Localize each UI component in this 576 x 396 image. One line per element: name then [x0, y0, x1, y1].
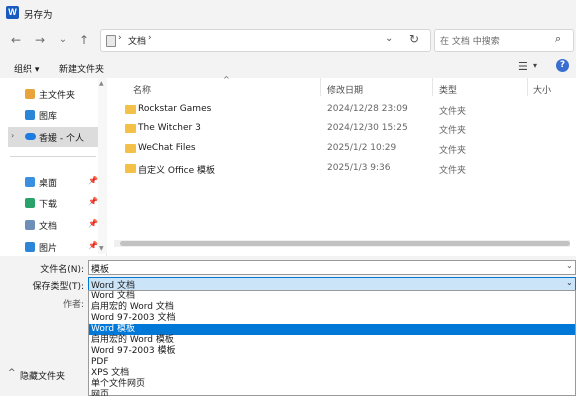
- savetype-option-selected[interactable]: Word 模板: [89, 324, 575, 335]
- pin-icon[interactable]: 📌: [88, 219, 98, 228]
- scroll-down-icon[interactable]: ▼: [99, 245, 104, 252]
- file-type: 文件夹: [439, 126, 467, 136]
- filename-value[interactable]: 模板: [91, 262, 109, 275]
- filename-field[interactable]: [88, 260, 576, 275]
- table-row[interactable]: 自定义 Office 模板 2025/1/3 9:36 文件夹: [110, 159, 566, 179]
- home-icon: [25, 89, 35, 99]
- title-bar: [0, 0, 576, 26]
- filename-label: 文件名(N):: [40, 265, 84, 275]
- sort-ascending-icon: ^: [223, 75, 230, 84]
- sidebar-item-home[interactable]: 主文件夹: [8, 84, 102, 104]
- file-type: 文件夹: [439, 166, 467, 176]
- gallery-icon: [25, 110, 35, 120]
- column-header-name[interactable]: 名称: [133, 83, 151, 96]
- chevron-up-icon[interactable]: ^: [8, 368, 16, 378]
- sidebar-item-label: 桌面: [39, 179, 58, 189]
- file-date: 2024/12/28 23:09: [327, 104, 408, 114]
- address-chevron-icon[interactable]: ›: [118, 33, 122, 43]
- refresh-icon[interactable]: ↻: [409, 32, 419, 46]
- sidebar-item-label: 文档: [39, 222, 58, 232]
- folder-icon: [125, 105, 136, 114]
- author-label: 作者:: [62, 300, 84, 310]
- search-placeholder: 在 文档 中搜索: [440, 37, 500, 47]
- sidebar-item-label: 图片: [39, 244, 58, 254]
- column-separator[interactable]: [432, 78, 433, 96]
- desktop-icon: [25, 177, 35, 187]
- file-date: 2024/12/30 15:25: [327, 123, 408, 133]
- file-date: 2025/1/3 9:36: [327, 163, 391, 173]
- savetype-option[interactable]: 单个文件网页: [89, 379, 575, 390]
- back-arrow-icon[interactable]: ←: [8, 31, 24, 49]
- view-dropdown-icon[interactable]: ▾: [533, 61, 537, 70]
- column-separator[interactable]: [320, 78, 321, 96]
- sidebar-item-pictures[interactable]: 图片 📌: [8, 237, 102, 257]
- sidebar-item-label: 主文件夹: [39, 91, 76, 101]
- sidebar-item-label: 香媛 - 个人: [39, 134, 84, 144]
- sidebar-item-desktop[interactable]: 桌面 📌: [8, 172, 102, 192]
- recent-locations-icon[interactable]: ⌄: [55, 31, 71, 49]
- savetype-option[interactable]: Word 97-2003 文档: [89, 313, 575, 324]
- savetype-option[interactable]: XPS 文档: [89, 368, 575, 379]
- address-dropdown-icon[interactable]: ⌄: [385, 33, 393, 44]
- breadcrumb-documents[interactable]: 文档: [128, 34, 146, 47]
- file-type: 文件夹: [439, 107, 467, 117]
- savetype-option[interactable]: Word 文档: [89, 291, 575, 302]
- savetype-select[interactable]: [88, 277, 576, 291]
- file-type: 文件夹: [439, 146, 467, 156]
- column-header-type[interactable]: 类型: [439, 83, 457, 96]
- savetype-label: 保存类型(T):: [32, 282, 84, 292]
- pin-icon[interactable]: 📌: [88, 197, 98, 206]
- hide-folders-button[interactable]: 隐藏文件夹: [20, 369, 65, 382]
- file-name: Rockstar Games: [138, 104, 212, 114]
- sidebar-scrollbar[interactable]: [98, 78, 107, 254]
- forward-arrow-icon[interactable]: →: [32, 31, 48, 49]
- savetype-option[interactable]: 启用宏的 Word 文档: [89, 302, 575, 313]
- file-name: WeChat Files: [138, 143, 196, 153]
- column-header-size[interactable]: 大小: [533, 83, 551, 96]
- sidebar-item-documents[interactable]: 文档 📌: [8, 215, 102, 235]
- view-options-icon[interactable]: ☰: [518, 60, 528, 73]
- file-date: 2025/1/2 10:29: [327, 143, 397, 153]
- documents-icon: [106, 35, 116, 47]
- pin-icon[interactable]: 📌: [88, 241, 98, 250]
- download-icon: [25, 198, 35, 208]
- expand-chevron-icon[interactable]: ›: [11, 131, 14, 140]
- window-title: 另存为: [24, 10, 53, 21]
- savetype-option[interactable]: 网页: [89, 390, 575, 396]
- scroll-up-icon[interactable]: ▲: [99, 80, 104, 87]
- organize-button[interactable]: 组织 ▾: [14, 62, 39, 75]
- table-row[interactable]: The Witcher 3 2024/12/30 15:25 文件夹: [110, 119, 566, 139]
- scrollbar-thumb[interactable]: [120, 241, 570, 246]
- sidebar-item-label: 下载: [39, 200, 58, 210]
- folder-icon: [125, 124, 136, 133]
- help-icon[interactable]: ?: [556, 59, 569, 72]
- documents-icon: [25, 220, 35, 230]
- search-icon[interactable]: ⌕: [555, 32, 561, 46]
- folder-icon: [125, 144, 136, 153]
- file-name: The Witcher 3: [138, 123, 201, 133]
- word-app-icon: W: [6, 6, 19, 19]
- savetype-option[interactable]: Word 97-2003 模板: [89, 346, 575, 357]
- folder-icon: [125, 164, 136, 173]
- new-folder-button[interactable]: 新建文件夹: [59, 62, 104, 75]
- up-arrow-icon[interactable]: ↑: [76, 31, 92, 49]
- pictures-icon: [25, 242, 35, 252]
- column-header-date[interactable]: 修改日期: [327, 83, 363, 96]
- sidebar-divider: [10, 156, 96, 157]
- savetype-option[interactable]: PDF: [89, 357, 575, 368]
- filename-dropdown-icon[interactable]: ⌄: [566, 261, 573, 270]
- table-row[interactable]: WeChat Files 2025/1/2 10:29 文件夹: [110, 139, 566, 159]
- sidebar-item-onedrive[interactable]: › 香媛 - 个人: [8, 127, 102, 147]
- breadcrumb-chevron-icon[interactable]: ›: [148, 33, 152, 43]
- cloud-icon: [25, 133, 36, 140]
- column-separator[interactable]: [527, 78, 528, 96]
- savetype-option[interactable]: 启用宏的 Word 模板: [89, 335, 575, 346]
- file-name: 自定义 Office 模板: [138, 166, 215, 176]
- sidebar-item-label: 图库: [39, 112, 58, 122]
- pin-icon[interactable]: 📌: [88, 176, 98, 185]
- sidebar-item-downloads[interactable]: 下载 📌: [8, 193, 102, 213]
- sidebar-item-gallery[interactable]: 图库: [8, 105, 102, 125]
- table-row[interactable]: Rockstar Games 2024/12/28 23:09 文件夹: [110, 100, 566, 120]
- savetype-dropdown-icon[interactable]: ⌄: [566, 278, 573, 287]
